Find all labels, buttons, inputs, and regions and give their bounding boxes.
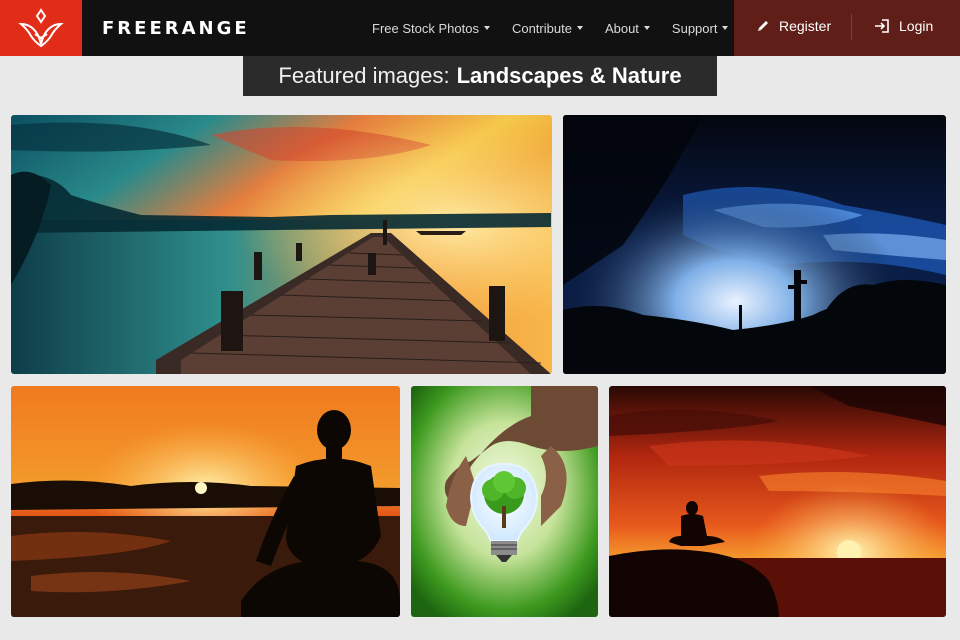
brand-name[interactable]: FREERANGE <box>102 18 250 39</box>
nav-about[interactable]: About <box>605 21 650 36</box>
nav-label: Contribute <box>511 20 572 36</box>
rock-sunset-image <box>609 386 946 617</box>
bulb-tree-image <box>411 386 598 617</box>
site-header: FREERANGE Free Stock Photos Contribute A… <box>0 0 960 56</box>
featured-category: Landscapes & Nature <box>456 63 682 88</box>
gallery-image-bulb-tree[interactable] <box>411 386 598 617</box>
nav-label: Support <box>671 20 718 36</box>
caret-down-icon <box>722 26 729 30</box>
login-label: Login <box>899 18 934 34</box>
storm-sky-image <box>563 115 946 374</box>
gallery-image-pier-sunset[interactable] <box>11 115 552 374</box>
featured-title: Featured images: Landscapes & Nature <box>243 56 717 96</box>
gallery-image-meditation-sunset[interactable] <box>11 386 400 617</box>
gallery-image-storm-sky[interactable] <box>563 115 946 374</box>
nav-free-stock-photos[interactable]: Free Stock Photos <box>372 21 490 36</box>
meditation-sunset-image <box>11 386 400 617</box>
register-label: Register <box>779 18 832 34</box>
register-button[interactable]: Register <box>756 18 831 34</box>
caret-down-icon <box>483 26 490 30</box>
featured-prefix: Featured images: <box>278 63 450 88</box>
nav-label: About <box>604 20 639 36</box>
nav-support[interactable]: Support <box>672 21 729 36</box>
auth-panel: Register Login <box>734 0 960 56</box>
nav-contribute[interactable]: Contribute <box>512 21 583 36</box>
auth-divider <box>851 14 852 40</box>
login-button[interactable]: Login <box>874 18 933 34</box>
main-nav: Free Stock Photos Contribute About Suppo… <box>372 0 750 56</box>
login-icon <box>875 19 889 33</box>
pier-sunset-image <box>11 115 552 374</box>
logo[interactable] <box>0 0 82 56</box>
gallery-image-rock-sunset[interactable] <box>609 386 946 617</box>
caret-down-icon <box>643 26 650 30</box>
pencil-icon <box>758 21 768 31</box>
nav-label: Free Stock Photos <box>372 20 479 36</box>
freerange-logo-icon <box>18 8 64 48</box>
caret-down-icon <box>576 26 583 30</box>
